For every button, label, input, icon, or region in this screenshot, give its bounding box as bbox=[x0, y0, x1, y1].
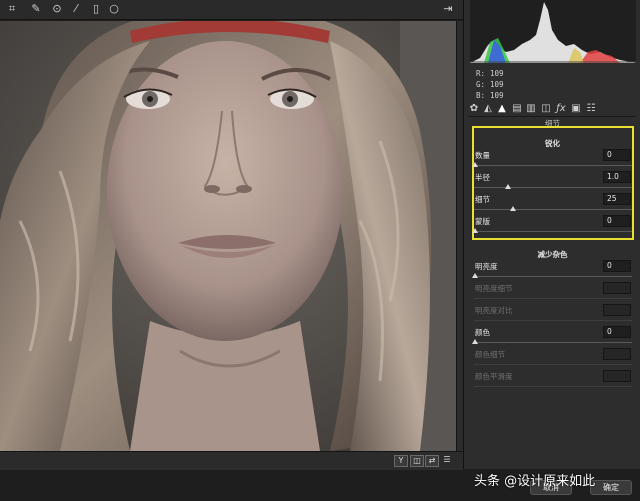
param-value-field bbox=[603, 348, 631, 360]
slider-thumb[interactable] bbox=[505, 184, 512, 189]
param-label: 数量 bbox=[475, 151, 490, 160]
param-value-field bbox=[603, 282, 631, 294]
slider-track[interactable] bbox=[474, 209, 632, 210]
brush-icon[interactable]: ⁄ bbox=[68, 1, 84, 17]
param-value-field[interactable]: 0 bbox=[603, 326, 631, 338]
slider-track[interactable] bbox=[474, 231, 632, 232]
split-view-icon[interactable]: ◫ bbox=[410, 455, 424, 467]
param-value-field[interactable]: 0 bbox=[603, 215, 631, 227]
slider-track bbox=[474, 298, 632, 299]
slider-thumb[interactable] bbox=[472, 339, 478, 344]
param-value-field[interactable]: 0 bbox=[603, 149, 631, 161]
swap-view-icon[interactable]: ⇄ bbox=[425, 455, 439, 467]
param-label: 明亮度细节 bbox=[475, 284, 513, 293]
param-value-field[interactable]: 0 bbox=[603, 260, 631, 272]
param-label: 明亮度 bbox=[475, 262, 498, 271]
b-label: B: bbox=[476, 91, 486, 100]
param-label: 蒙版 bbox=[475, 217, 490, 226]
tone-curve-icon[interactable]: ◭ bbox=[482, 103, 494, 115]
slider-track[interactable] bbox=[474, 165, 632, 166]
param-label: 半径 bbox=[475, 173, 490, 182]
lens-icon[interactable]: ◫ bbox=[540, 103, 552, 115]
g-label: G: bbox=[476, 80, 486, 89]
histogram bbox=[470, 0, 636, 63]
param-label: 颜色 bbox=[475, 328, 490, 337]
radial-filter-icon[interactable]: ○ bbox=[106, 1, 122, 17]
status-bar: Y ◫ ⇄ ☰ bbox=[0, 451, 463, 469]
param-label: 颜色平滑度 bbox=[475, 372, 513, 381]
presets-icon[interactable]: ☷ bbox=[585, 103, 597, 115]
ok-button[interactable]: 确定 bbox=[590, 480, 632, 495]
r-label: R: bbox=[476, 69, 486, 78]
red-eye-icon[interactable]: ⊙ bbox=[49, 1, 65, 17]
sharpening-title: 锐化 bbox=[545, 139, 560, 148]
detail-icon[interactable]: ▲ bbox=[496, 103, 508, 115]
param-label: 颜色细节 bbox=[475, 350, 505, 359]
b-value: 109 bbox=[490, 91, 504, 100]
slider-track[interactable] bbox=[474, 342, 632, 343]
fx-icon[interactable]: ƒx bbox=[555, 103, 567, 115]
slider-track bbox=[474, 364, 632, 365]
param-value-field[interactable]: 1.0 bbox=[603, 171, 631, 183]
noise-reduction-title: 减少杂色 bbox=[537, 250, 568, 259]
top-toolbar: ⌗ ✎ ⊙ ⁄ ▯ ○ ⇥ bbox=[0, 0, 463, 20]
param-label: 明亮度对比 bbox=[475, 306, 513, 315]
g-value: 109 bbox=[490, 80, 504, 89]
camera-calibration-icon[interactable]: ▣ bbox=[570, 103, 582, 115]
export-icon[interactable]: ⇥ bbox=[440, 1, 456, 17]
portrait-photo bbox=[0, 21, 456, 451]
slider-track bbox=[474, 386, 632, 387]
basic-icon[interactable]: ✿ bbox=[468, 103, 480, 115]
image-canvas[interactable] bbox=[0, 21, 456, 451]
slider-thumb[interactable] bbox=[472, 228, 478, 233]
slider-track bbox=[474, 320, 632, 321]
histogram-graph bbox=[470, 2, 636, 63]
slider-thumb[interactable] bbox=[510, 206, 516, 211]
slider-thumb[interactable] bbox=[472, 273, 478, 278]
adjustment-panel: R: 109 G: 109 B: 109 ✿ ◭ ▲ ▤ ▥ ◫ ƒx ▣ ☷ 细节 … bbox=[463, 0, 640, 469]
gradient-icon[interactable]: ▯ bbox=[88, 1, 104, 17]
eyedropper-icon[interactable]: ✎ bbox=[28, 1, 44, 17]
slider-track[interactable] bbox=[474, 187, 632, 188]
param-value-field bbox=[603, 304, 631, 316]
split-toning-icon[interactable]: ▥ bbox=[525, 103, 537, 115]
r-value: 109 bbox=[490, 69, 504, 78]
crop-icon[interactable]: ⌗ bbox=[4, 1, 20, 17]
param-value-field[interactable]: 25 bbox=[603, 193, 631, 205]
param-label: 细节 bbox=[475, 195, 490, 204]
footer-divider bbox=[0, 469, 463, 470]
slider-track[interactable] bbox=[474, 276, 632, 277]
panel-tabs: ✿ ◭ ▲ ▤ ▥ ◫ ƒx ▣ ☷ bbox=[468, 103, 636, 117]
rgb-readout: R: 109 G: 109 B: 109 bbox=[476, 68, 504, 101]
param-value-field bbox=[603, 370, 631, 382]
slider-thumb[interactable] bbox=[472, 162, 478, 167]
watermark: 头条 @设计原来如此 bbox=[474, 474, 596, 489]
before-after-toggle-button[interactable]: Y bbox=[394, 455, 408, 467]
settings-lines-icon[interactable]: ☰ bbox=[440, 455, 454, 467]
canvas-scrollbar[interactable] bbox=[456, 21, 463, 451]
hsl-icon[interactable]: ▤ bbox=[511, 103, 523, 115]
